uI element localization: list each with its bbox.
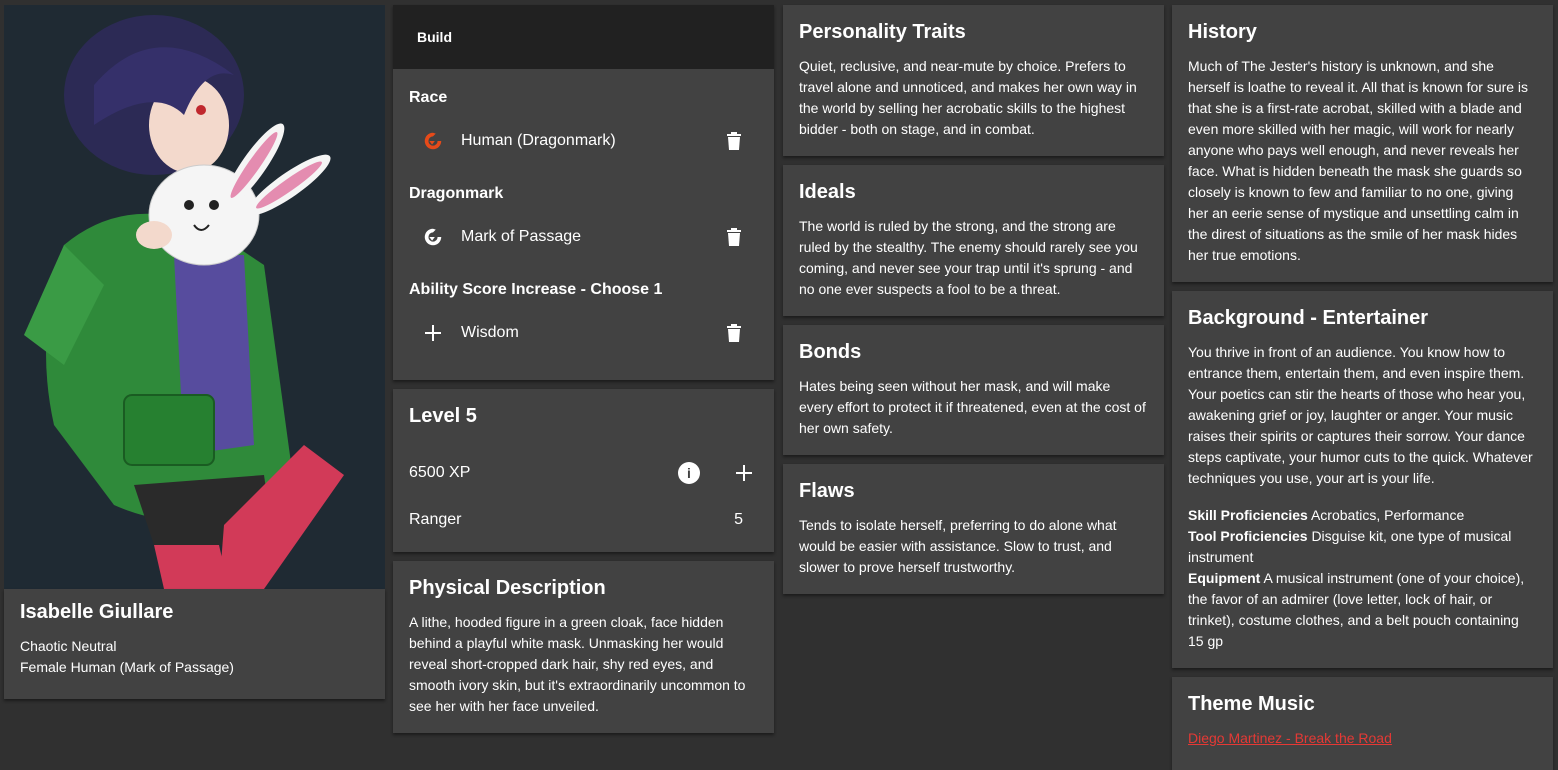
add-xp-icon[interactable] [734,463,754,483]
flaws-text: Tends to isolate herself, preferring to … [799,517,1117,575]
level-title: Level 5 [409,405,477,427]
race-item-label: Human (Dragonmark) [461,132,616,149]
plus-icon [421,321,445,345]
xp-value: 6500 XP [409,464,471,481]
ideals-title: Ideals [799,181,856,203]
physical-description-title: Physical Description [409,577,606,599]
skill-proficiencies-value: Acrobatics, Performance [1310,507,1465,523]
build-card: Build Race Human (Dragonmark) Dragonmark… [393,5,774,380]
character-race-line: Female Human (Mark of Passage) [20,659,234,675]
trash-icon[interactable] [722,321,746,345]
class-row[interactable]: Ranger 5 [409,505,758,535]
personality-text: Quiet, reclusive, and near-mute by choic… [799,58,1137,137]
ideals-card: Ideals The world is ruled by the strong,… [783,165,1164,316]
trash-icon[interactable] [722,225,746,249]
asi-item-label: Wisdom [461,324,519,341]
class-level: 5 [734,511,743,528]
character-summary-card: Isabelle Giullare Chaotic Neutral Female… [4,589,385,699]
skill-proficiencies-label: Skill Proficiencies [1188,507,1308,523]
build-header: Build [393,5,774,69]
character-illustration [4,5,385,589]
asi-item[interactable]: Wisdom [409,315,758,351]
history-title: History [1188,21,1257,43]
bonds-text: Hates being seen without her mask, and w… [799,378,1146,436]
physical-description-card: Physical Description A lithe, hooded fig… [393,561,774,733]
dragonmark-item[interactable]: Mark of Passage [409,219,758,255]
dragonmark-orange-icon [421,129,445,153]
character-portrait [4,5,385,589]
character-alignment: Chaotic Neutral [20,638,117,654]
character-name: Isabelle Giullare [20,601,174,623]
physical-description-text: A lithe, hooded figure in a green cloak,… [409,614,746,714]
personality-card: Personality Traits Quiet, reclusive, and… [783,5,1164,156]
history-card: History Much of The Jester's history is … [1172,5,1553,282]
class-name: Ranger [409,511,462,528]
dragonmark-white-icon [421,225,445,249]
trash-icon[interactable] [722,129,746,153]
background-card: Background - Entertainer You thrive in f… [1172,291,1553,668]
bonds-title: Bonds [799,341,862,363]
background-title: Background - Entertainer [1188,307,1429,329]
flaws-title: Flaws [799,480,855,502]
asi-section-title: Ability Score Increase - Choose 1 [409,281,663,298]
info-icon[interactable]: i [678,462,700,484]
personality-title: Personality Traits [799,21,966,43]
level-card: Level 5 6500 XP i Ranger 5 [393,389,774,552]
equipment-label: Equipment [1188,570,1261,586]
background-text: You thrive in front of an audience. You … [1188,344,1533,486]
theme-music-title: Theme Music [1188,693,1315,715]
bonds-card: Bonds Hates being seen without her mask,… [783,325,1164,455]
theme-music-link[interactable]: Diego Martinez - Break the Road [1188,730,1392,746]
dragonmark-item-label: Mark of Passage [461,228,582,245]
race-section-title: Race [409,89,448,106]
flaws-card: Flaws Tends to isolate herself, preferri… [783,464,1164,594]
history-text: Much of The Jester's history is unknown,… [1188,58,1529,263]
theme-music-card: Theme Music Diego Martinez - Break the R… [1172,677,1553,770]
ideals-text: The world is ruled by the strong, and th… [799,218,1138,297]
dragonmark-section-title: Dragonmark [409,185,504,202]
race-item[interactable]: Human (Dragonmark) [409,123,758,159]
tool-proficiencies-label: Tool Proficiencies [1188,528,1308,544]
